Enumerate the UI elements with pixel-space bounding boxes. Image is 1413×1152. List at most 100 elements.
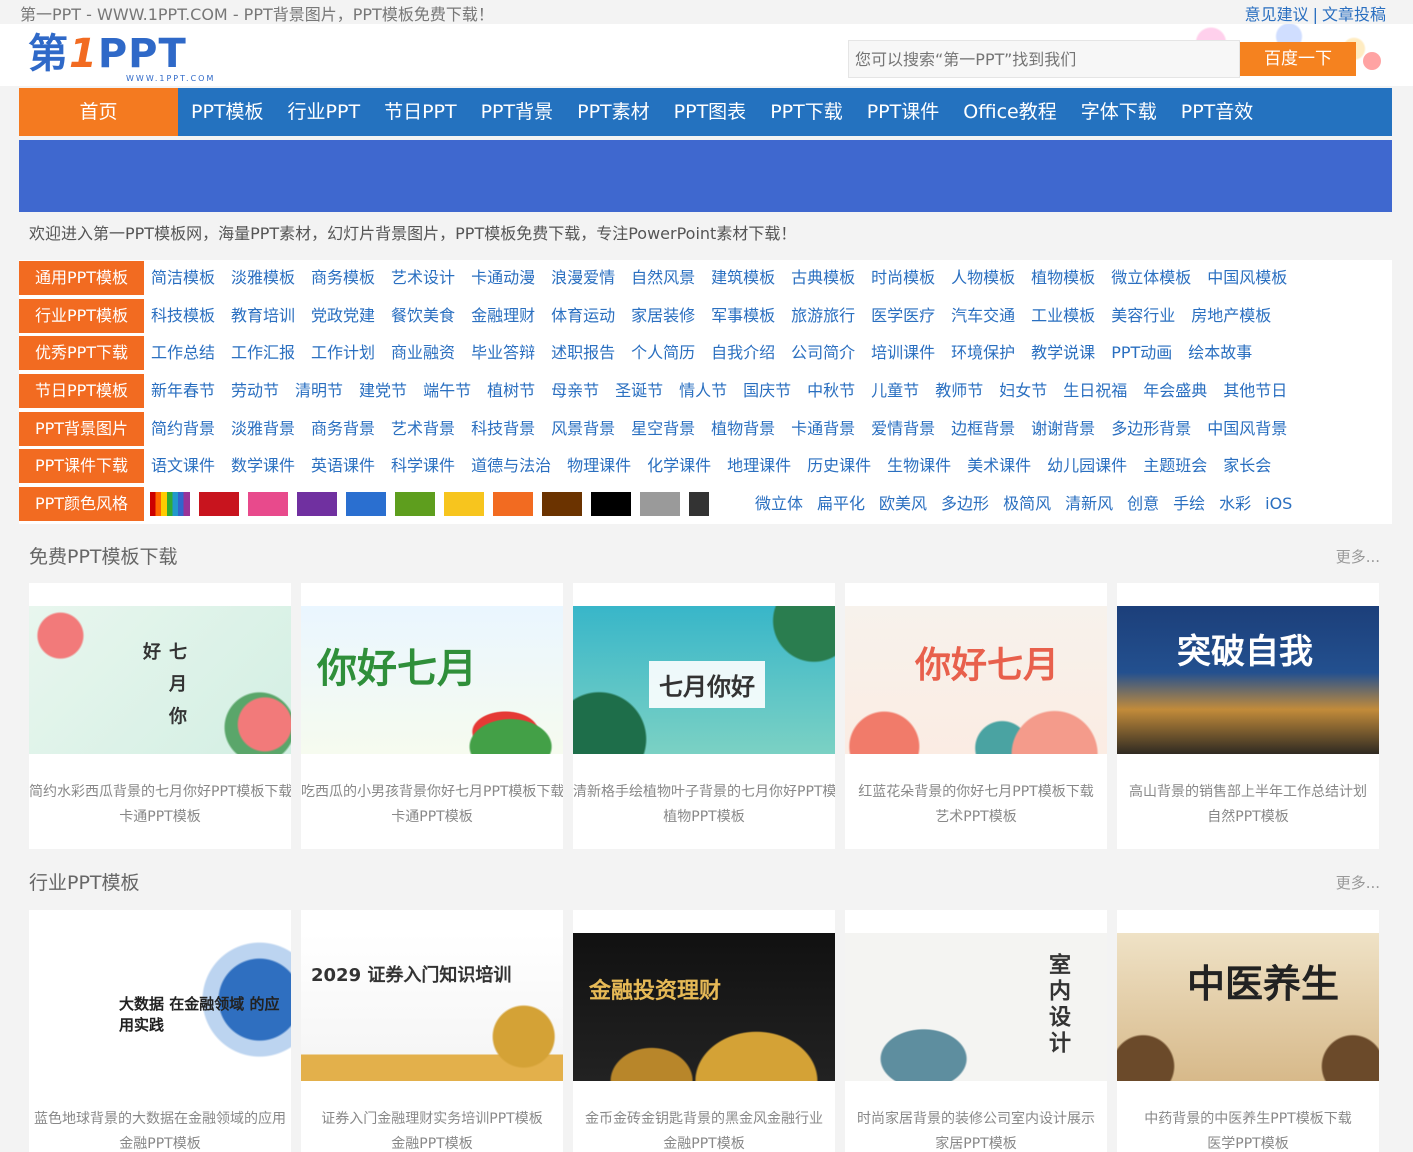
category-link[interactable]: 环境保护 [951, 335, 1015, 371]
nav-item[interactable]: Office教程 [951, 88, 1068, 136]
template-card[interactable]: 七月你好 清新格手绘植物叶子背景的七月你好PPT模板 植物PPT模板 [573, 583, 835, 849]
template-title[interactable]: 红蓝花朵背景的你好七月PPT模板下载 [845, 781, 1107, 801]
template-category[interactable]: 植物PPT模板 [573, 806, 835, 826]
category-link[interactable]: 风景背景 [551, 411, 615, 447]
category-link[interactable]: 绘本故事 [1188, 335, 1252, 371]
category-link[interactable]: 国庆节 [743, 373, 791, 409]
category-link[interactable]: 商务模板 [311, 260, 375, 296]
category-label[interactable]: 行业PPT模板 [19, 299, 144, 333]
color-swatch[interactable] [591, 492, 631, 516]
category-link[interactable]: 金融理财 [471, 298, 535, 334]
category-link[interactable]: 年会盛典 [1143, 373, 1207, 409]
style-link[interactable]: 手绘 [1173, 486, 1205, 522]
category-link[interactable]: 地理课件 [727, 448, 791, 484]
category-link[interactable]: 简洁模板 [151, 260, 215, 296]
template-title[interactable]: 清新格手绘植物叶子背景的七月你好PPT模板 [573, 781, 835, 801]
template-category[interactable]: 自然PPT模板 [1117, 806, 1379, 826]
template-thumbnail[interactable]: 2029 证券入门知识培训 [301, 933, 563, 1081]
category-link[interactable]: PPT动画 [1111, 335, 1172, 371]
nav-item[interactable]: PPT素材 [565, 88, 662, 136]
category-link[interactable]: 美容行业 [1111, 298, 1175, 334]
template-title[interactable]: 时尚家居背景的装修公司室内设计展示 [845, 1108, 1107, 1128]
category-link[interactable]: 中秋节 [807, 373, 855, 409]
template-category[interactable]: 家居PPT模板 [845, 1133, 1107, 1152]
category-link[interactable]: 家长会 [1223, 448, 1271, 484]
template-card[interactable]: 大数据 在金融领域 的应用实践 蓝色地球背景的大数据在金融领域的应用 金融PPT模板 [29, 910, 291, 1152]
category-link[interactable]: 植物模板 [1031, 260, 1095, 296]
style-link[interactable]: iOS [1265, 486, 1292, 522]
nav-item[interactable]: PPT课件 [855, 88, 952, 136]
category-link[interactable]: 卡通动漫 [471, 260, 535, 296]
color-swatch[interactable] [395, 492, 435, 516]
feedback-link[interactable]: 意见建议 [1245, 5, 1309, 24]
nav-item[interactable]: 节日PPT [372, 88, 469, 136]
category-label[interactable]: PPT背景图片 [19, 412, 144, 446]
style-link[interactable]: 扁平化 [817, 486, 865, 522]
category-link[interactable]: 爱情背景 [871, 411, 935, 447]
category-link[interactable]: 淡雅背景 [231, 411, 295, 447]
style-link[interactable]: 多边形 [941, 486, 989, 522]
template-card[interactable]: 突破自我高山背景的销售部上半年工作总结计划 自然PPT模板 [1117, 583, 1379, 849]
submit-article-link[interactable]: 文章投稿 [1322, 5, 1386, 24]
nav-item[interactable]: PPT图表 [662, 88, 759, 136]
category-link[interactable]: 其他节日 [1223, 373, 1287, 409]
category-label[interactable]: 节日PPT模板 [19, 374, 144, 408]
nav-item[interactable]: 行业PPT [276, 88, 373, 136]
template-title[interactable]: 高山背景的销售部上半年工作总结计划 [1117, 781, 1379, 801]
category-link[interactable]: 时尚模板 [871, 260, 935, 296]
category-label[interactable]: PPT课件下载 [19, 449, 144, 483]
template-thumbnail[interactable]: 大数据 在金融领域 的应用实践 [29, 933, 291, 1081]
category-link[interactable]: 个人简历 [631, 335, 695, 371]
template-card[interactable]: 你好七月吃西瓜的小男孩背景你好七月PPT模板下载 卡通PPT模板 [301, 583, 563, 849]
category-link[interactable]: 商务背景 [311, 411, 375, 447]
category-link[interactable]: 工作总结 [151, 335, 215, 371]
category-link[interactable]: 餐饮美食 [391, 298, 455, 334]
template-card[interactable]: 你好七月 红蓝花朵背景的你好七月PPT模板下载 艺术PPT模板 [845, 583, 1107, 849]
category-link[interactable]: 工作汇报 [231, 335, 295, 371]
category-link[interactable]: 多边形背景 [1111, 411, 1191, 447]
category-link[interactable]: 母亲节 [551, 373, 599, 409]
category-link[interactable]: 自我介绍 [711, 335, 775, 371]
category-link[interactable]: 艺术设计 [391, 260, 455, 296]
banner-ad[interactable] [19, 140, 1392, 212]
category-link[interactable]: 生物课件 [887, 448, 951, 484]
nav-item[interactable]: 字体下载 [1069, 88, 1169, 136]
template-category[interactable]: 医学PPT模板 [1117, 1133, 1379, 1152]
category-link[interactable]: 端午节 [423, 373, 471, 409]
template-title[interactable]: 金币金砖金钥匙背景的黑金风金融行业 [573, 1108, 835, 1128]
category-link[interactable]: 毕业答辩 [471, 335, 535, 371]
category-link[interactable]: 教学说课 [1031, 335, 1095, 371]
category-link[interactable]: 商业融资 [391, 335, 455, 371]
category-link[interactable]: 中国风背景 [1207, 411, 1287, 447]
style-link[interactable]: 欧美风 [879, 486, 927, 522]
category-link[interactable]: 科学课件 [391, 448, 455, 484]
template-category[interactable]: 卡通PPT模板 [301, 806, 563, 826]
template-title[interactable]: 简约水彩西瓜背景的七月你好PPT模板下载 [29, 781, 291, 801]
category-link[interactable]: 语文课件 [151, 448, 215, 484]
color-swatch[interactable] [444, 492, 484, 516]
category-link[interactable]: 建党节 [359, 373, 407, 409]
category-link[interactable]: 教育培训 [231, 298, 295, 334]
template-thumbnail[interactable]: 室内设计 [845, 933, 1107, 1081]
template-category[interactable]: 艺术PPT模板 [845, 806, 1107, 826]
category-link[interactable]: 淡雅模板 [231, 260, 295, 296]
category-link[interactable]: 主题班会 [1143, 448, 1207, 484]
site-logo[interactable]: 第1PPT WWW.1PPT.COM [28, 32, 228, 83]
color-swatch[interactable] [542, 492, 582, 516]
category-link[interactable]: 卡通背景 [791, 411, 855, 447]
category-link[interactable]: 工业模板 [1031, 298, 1095, 334]
category-link[interactable]: 星空背景 [631, 411, 695, 447]
template-card[interactable]: 七 月 你 好简约水彩西瓜背景的七月你好PPT模板下载 卡通PPT模板 [29, 583, 291, 849]
category-link[interactable]: 自然风景 [631, 260, 695, 296]
category-label[interactable]: 优秀PPT下载 [19, 336, 144, 370]
template-thumbnail[interactable]: 突破自我 [1117, 606, 1379, 754]
template-thumbnail[interactable]: 你好七月 [301, 606, 563, 754]
color-swatch[interactable] [493, 492, 533, 516]
style-link[interactable]: 清新风 [1065, 486, 1113, 522]
template-title[interactable]: 吃西瓜的小男孩背景你好七月PPT模板下载 [301, 781, 563, 801]
category-link[interactable]: 房地产模板 [1191, 298, 1271, 334]
template-card[interactable]: 中医养生 中药背景的中医养生PPT模板下载 医学PPT模板 [1117, 910, 1379, 1152]
category-link[interactable]: 妇女节 [999, 373, 1047, 409]
category-link[interactable]: 简约背景 [151, 411, 215, 447]
nav-item[interactable]: PPT模板 [178, 88, 276, 136]
